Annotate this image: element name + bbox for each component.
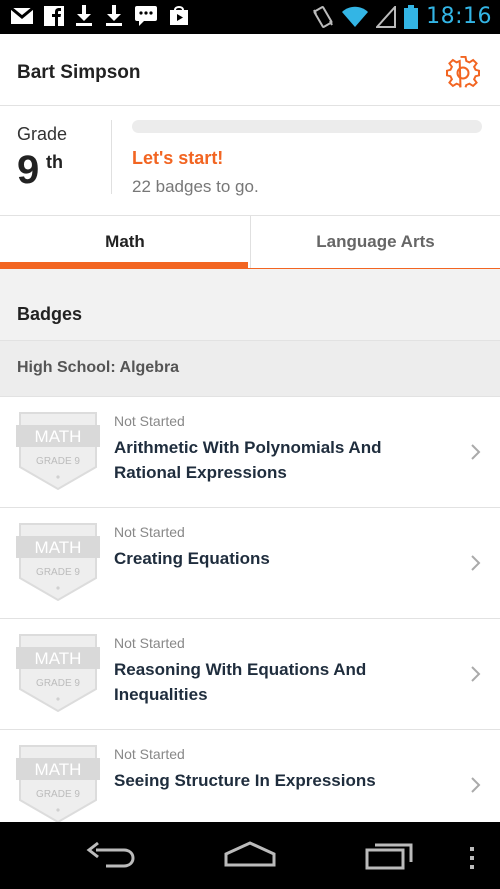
signal-icon (376, 5, 397, 28)
badges-header: Badges (0, 269, 500, 340)
grade-label: Grade (17, 124, 68, 144)
back-icon[interactable] (86, 840, 136, 870)
badge-grade: GRADE 9 (36, 678, 80, 689)
badge-subject: MATH (35, 649, 82, 668)
wifi-icon (342, 6, 369, 27)
item-title: Reasoning With Equations And Inequalitie… (114, 660, 367, 704)
status-bar: 18:16 (0, 0, 500, 34)
download-icon (76, 5, 92, 26)
facebook-icon (44, 6, 64, 26)
item-title: Seeing Structure In Expressions (114, 771, 376, 790)
gmail-icon (10, 6, 34, 24)
badge-grade: GRADE 9 (36, 567, 80, 578)
download-icon (106, 5, 122, 26)
subsection-title: High School: Algebra (17, 359, 180, 376)
navigation-bar (0, 822, 500, 889)
badge-subject: MATH (35, 538, 82, 557)
progress-message: Let's start! (132, 148, 224, 168)
divider (111, 120, 112, 194)
play-store-icon (170, 6, 188, 25)
item-title: Arithmetic With Polynomials And Rational… (114, 438, 382, 482)
clock: 18:16 (426, 4, 492, 29)
item-status: Not Started (114, 413, 185, 429)
system-status: 18:16 (312, 4, 492, 29)
chevron-right-icon (471, 666, 481, 682)
tab-math[interactable]: Math (0, 216, 250, 269)
grade-summary: Grade 9 th Let's start! 22 badges to go. (0, 106, 500, 216)
app-header: Bart Simpson (0, 34, 500, 106)
math-badge-icon: MATH GRADE 9 (16, 412, 100, 491)
badge-grade: GRADE 9 (36, 456, 80, 467)
list-item[interactable]: MATH GRADE 9 Not Started Arithmetic With Po… (0, 397, 500, 508)
chevron-right-icon (471, 555, 481, 571)
math-badge-icon: MATH GRADE 9 (16, 634, 100, 713)
item-status: Not Started (114, 524, 185, 540)
list-item[interactable]: MATH GRADE 9 Not Started Reasoning With Equ… (0, 619, 500, 730)
gear-icon[interactable] (446, 56, 480, 90)
vibrate-icon (313, 5, 333, 28)
chevron-right-icon (471, 777, 481, 793)
badge-list: MATH GRADE 9 Not Started Arithmetic With Po… (0, 397, 500, 822)
tab-language-arts[interactable]: Language Arts (250, 216, 500, 268)
item-status: Not Started (114, 746, 185, 762)
user-name: Bart Simpson (17, 62, 141, 83)
grade-suffix: th (46, 152, 63, 172)
badge-subject: MATH (35, 760, 82, 779)
list-item[interactable]: MATH GRADE 9 Not Started Seeing Structure I… (0, 730, 500, 822)
recents-icon[interactable] (365, 840, 415, 870)
app-content: Bart Simpson Grade 9 th Let's start! 22 … (0, 34, 500, 822)
subject-tabs: Math Language Arts (0, 216, 500, 269)
math-badge-icon: MATH GRADE 9 (16, 523, 100, 602)
badge-grade: GRADE 9 (36, 789, 80, 800)
chevron-right-icon (471, 444, 481, 460)
item-status: Not Started (114, 635, 185, 651)
subsection-header: High School: Algebra (0, 340, 500, 397)
chat-icon (135, 6, 157, 26)
badges-remaining: 22 badges to go. (132, 177, 259, 196)
badge-progress-bar (132, 120, 482, 133)
home-icon[interactable] (223, 840, 277, 868)
item-title: Creating Equations (114, 549, 270, 568)
math-badge-icon: MATH GRADE 9 (16, 745, 100, 822)
notification-icons (10, 5, 190, 27)
grade-number: 9 (17, 148, 40, 192)
list-item[interactable]: MATH GRADE 9 Not Started Creating Equations (0, 508, 500, 619)
battery-icon (404, 4, 419, 29)
badges-title: Badges (17, 304, 83, 324)
overflow-menu-icon[interactable] (468, 846, 476, 870)
badge-subject: MATH (35, 427, 82, 446)
